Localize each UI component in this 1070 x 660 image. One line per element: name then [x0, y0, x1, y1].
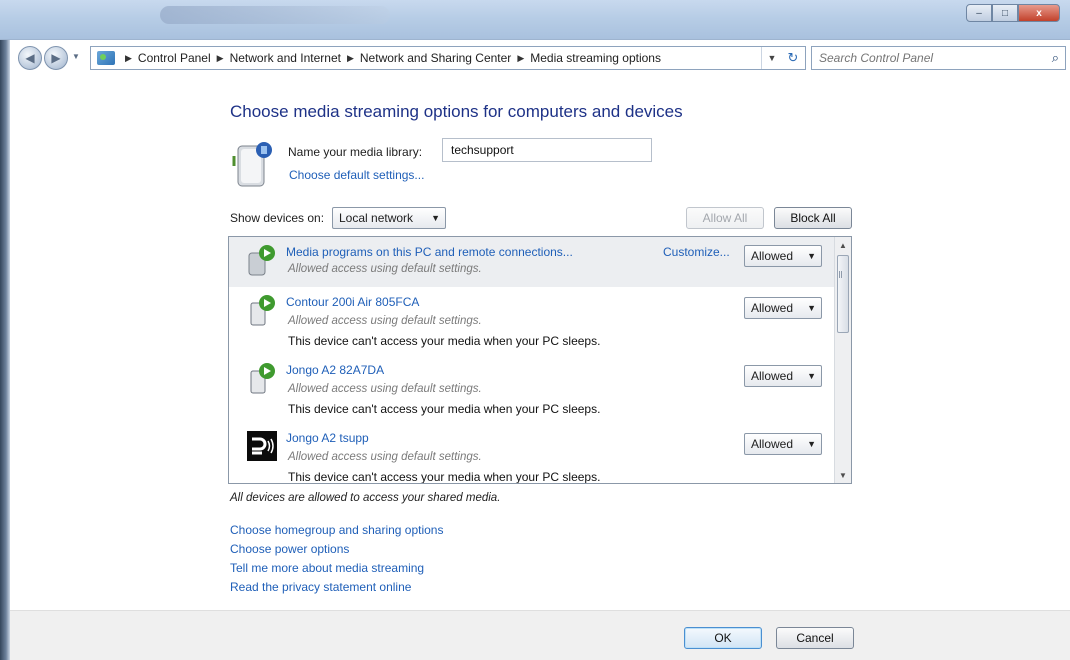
access-value: Allowed: [751, 369, 794, 383]
device-warning: This device can't access your media when…: [288, 470, 601, 484]
list-item[interactable]: Contour 200i Air 805FCA Allowed access u…: [229, 289, 835, 355]
device-status: Allowed access using default settings.: [288, 315, 482, 327]
chevron-down-icon: ▼: [807, 251, 816, 261]
device-status: Allowed access using default settings.: [288, 263, 482, 275]
show-devices-dropdown[interactable]: Local network ▼: [332, 207, 446, 229]
library-name-input[interactable]: [442, 138, 652, 162]
all-devices-allowed-note: All devices are allowed to access your s…: [230, 492, 501, 504]
scroll-down-icon[interactable]: ▼: [835, 467, 851, 483]
chevron-right-icon[interactable]: ▶: [347, 53, 354, 64]
search-icon[interactable]: ⌕: [1052, 50, 1059, 66]
address-dropdown-icon[interactable]: ▼: [762, 53, 782, 63]
library-name-label: Name your media library:: [288, 145, 423, 159]
device-status: Allowed access using default settings.: [288, 451, 482, 463]
list-item[interactable]: Media programs on this PC and remote con…: [229, 237, 835, 287]
media-server-icon: [248, 245, 275, 276]
main-content: Choose media streaming options for compu…: [14, 78, 1070, 610]
device-name-link[interactable]: Media programs on this PC and remote con…: [286, 245, 573, 259]
device-name-link[interactable]: Contour 200i Air 805FCA: [286, 295, 419, 309]
device-list-scrollbar[interactable]: ▲ ▼: [834, 237, 851, 483]
access-dropdown[interactable]: Allowed ▼: [744, 245, 822, 267]
recent-pages-dropdown[interactable]: ▼: [72, 52, 80, 61]
related-links: Choose homegroup and sharing options Cho…: [230, 523, 443, 594]
access-value: Allowed: [751, 249, 794, 263]
page-title: Choose media streaming options for compu…: [230, 102, 683, 121]
close-button[interactable]: x: [1018, 4, 1060, 22]
allow-all-button[interactable]: Allow All: [686, 207, 764, 229]
window-controls: – □ x: [966, 4, 1060, 22]
title-bar-glass: [160, 6, 390, 24]
cancel-button[interactable]: Cancel: [776, 627, 854, 649]
device-warning: This device can't access your media when…: [288, 334, 601, 348]
breadcrumb-network-and-internet[interactable]: Network and Internet: [230, 51, 341, 65]
homegroup-sharing-link[interactable]: Choose homegroup and sharing options: [230, 523, 443, 537]
breadcrumb-network-and-sharing-center[interactable]: Network and Sharing Center: [360, 51, 511, 65]
navigation-bar: ◀ ▶ ▼ ▶ Control Panel ▶ Network and Inte…: [0, 46, 1070, 72]
dialog-footer: OK Cancel: [10, 610, 1070, 660]
address-bar[interactable]: ▶ Control Panel ▶ Network and Internet ▶…: [90, 46, 806, 70]
address-controls: ▼ ↻: [761, 47, 805, 69]
chevron-right-icon[interactable]: ▶: [125, 53, 132, 64]
window-frame-edge: [0, 40, 10, 660]
power-options-link[interactable]: Choose power options: [230, 542, 443, 556]
forward-button[interactable]: ▶: [44, 46, 68, 70]
breadcrumb-control-panel[interactable]: Control Panel: [138, 51, 211, 65]
block-all-button[interactable]: Block All: [774, 207, 852, 229]
device-list[interactable]: Media programs on this PC and remote con…: [228, 236, 852, 484]
access-dropdown[interactable]: Allowed ▼: [744, 365, 822, 387]
show-devices-value: Local network: [339, 211, 414, 225]
arrow-right-icon: ▶: [51, 51, 61, 65]
arrow-left-icon: ◀: [25, 51, 35, 65]
jongo-speaker-icon: [247, 431, 277, 461]
chevron-down-icon: ▼: [807, 371, 816, 381]
media-device-icon: [250, 295, 275, 326]
privacy-statement-link[interactable]: Read the privacy statement online: [230, 580, 443, 594]
refresh-icon[interactable]: ↻: [782, 50, 804, 66]
access-value: Allowed: [751, 301, 794, 315]
access-dropdown[interactable]: Allowed ▼: [744, 433, 822, 455]
chevron-right-icon[interactable]: ▶: [217, 53, 224, 64]
media-device-icon: [250, 363, 275, 394]
search-box[interactable]: ⌕: [811, 46, 1066, 70]
scrollbar-thumb[interactable]: [837, 255, 849, 333]
maximize-button[interactable]: □: [992, 4, 1018, 22]
title-bar: – □ x: [0, 0, 1070, 40]
access-value: Allowed: [751, 437, 794, 451]
chevron-down-icon: ▼: [807, 303, 816, 313]
chevron-right-icon[interactable]: ▶: [517, 53, 524, 64]
device-name-link[interactable]: Jongo A2 tsupp: [286, 431, 369, 445]
media-streaming-help-link[interactable]: Tell me more about media streaming: [230, 561, 443, 575]
breadcrumb-media-streaming-options[interactable]: Media streaming options: [530, 51, 661, 65]
device-name-link[interactable]: Jongo A2 82A7DA: [286, 363, 384, 377]
scrollbar-grip-icon: [839, 271, 842, 278]
back-button[interactable]: ◀: [18, 46, 42, 70]
show-devices-label: Show devices on:: [230, 211, 325, 225]
control-panel-icon: [97, 51, 115, 65]
minimize-button[interactable]: –: [966, 4, 992, 22]
device-status: Allowed access using default settings.: [288, 383, 482, 395]
chevron-down-icon: ▼: [807, 439, 816, 449]
scroll-up-icon[interactable]: ▲: [835, 237, 851, 253]
search-input[interactable]: [819, 51, 1019, 65]
access-dropdown[interactable]: Allowed ▼: [744, 297, 822, 319]
chevron-down-icon: ▼: [431, 213, 440, 223]
choose-default-settings-link[interactable]: Choose default settings...: [289, 168, 424, 182]
ok-button[interactable]: OK: [684, 627, 762, 649]
media-library-icon: [232, 142, 272, 187]
customize-link[interactable]: Customize...: [663, 245, 730, 259]
device-warning: This device can't access your media when…: [288, 402, 601, 416]
list-item[interactable]: Jongo A2 tsupp Allowed access using defa…: [229, 425, 835, 484]
list-item[interactable]: Jongo A2 82A7DA Allowed access using def…: [229, 357, 835, 423]
